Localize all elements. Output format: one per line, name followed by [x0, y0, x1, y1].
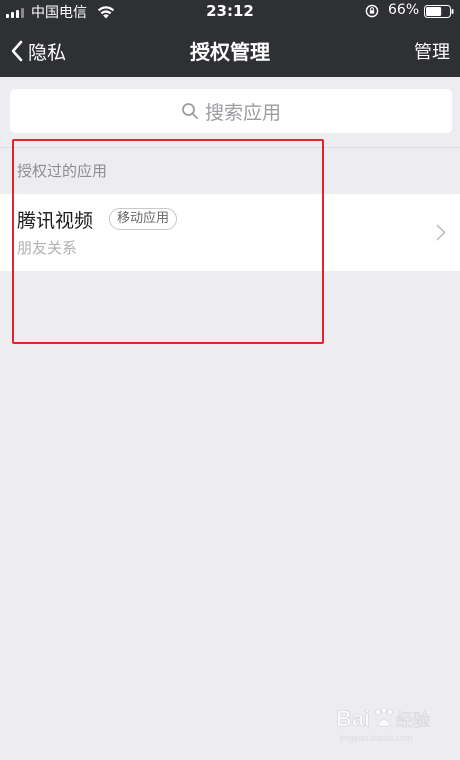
svg-text:jingyan.baidu.com: jingyan.baidu.com	[339, 733, 413, 743]
svg-text:Bai: Bai	[336, 706, 370, 731]
app-name: 腾讯视频	[17, 210, 94, 232]
section-header: 授权过的应用	[17, 162, 108, 180]
status-bar: 中国电信 23:12 66%	[0, 0, 460, 24]
baidu-jingyan-watermark: Bai 经验 jingyan.baidu.com	[336, 706, 431, 743]
manage-button[interactable]: 管理	[414, 38, 450, 64]
page-title: 授权管理	[190, 40, 270, 64]
rotation-lock-icon	[365, 4, 379, 18]
chevron-left-icon	[11, 40, 23, 62]
navigation-bar: 隐私 授权管理 管理	[0, 24, 460, 77]
back-label: 隐私	[28, 41, 67, 64]
search-input[interactable]: 搜索应用	[10, 89, 452, 133]
app-permission-scope: 朋友关系	[17, 239, 78, 257]
svg-text:经验: 经验	[396, 711, 430, 731]
list-item[interactable]: 腾讯视频 移动应用 朋友关系	[0, 194, 460, 271]
header: 中国电信 23:12 66% 隐私 授权管理 管理	[0, 0, 460, 77]
search-placeholder: 搜索应用	[204, 101, 281, 124]
back-button[interactable]: 隐私	[10, 36, 66, 66]
divider	[0, 147, 460, 148]
chevron-right-icon	[436, 224, 446, 241]
battery-percent: 66%	[388, 2, 420, 18]
app-type-badge: 移动应用	[109, 208, 178, 230]
battery-icon	[424, 5, 454, 18]
search-icon	[182, 103, 198, 119]
